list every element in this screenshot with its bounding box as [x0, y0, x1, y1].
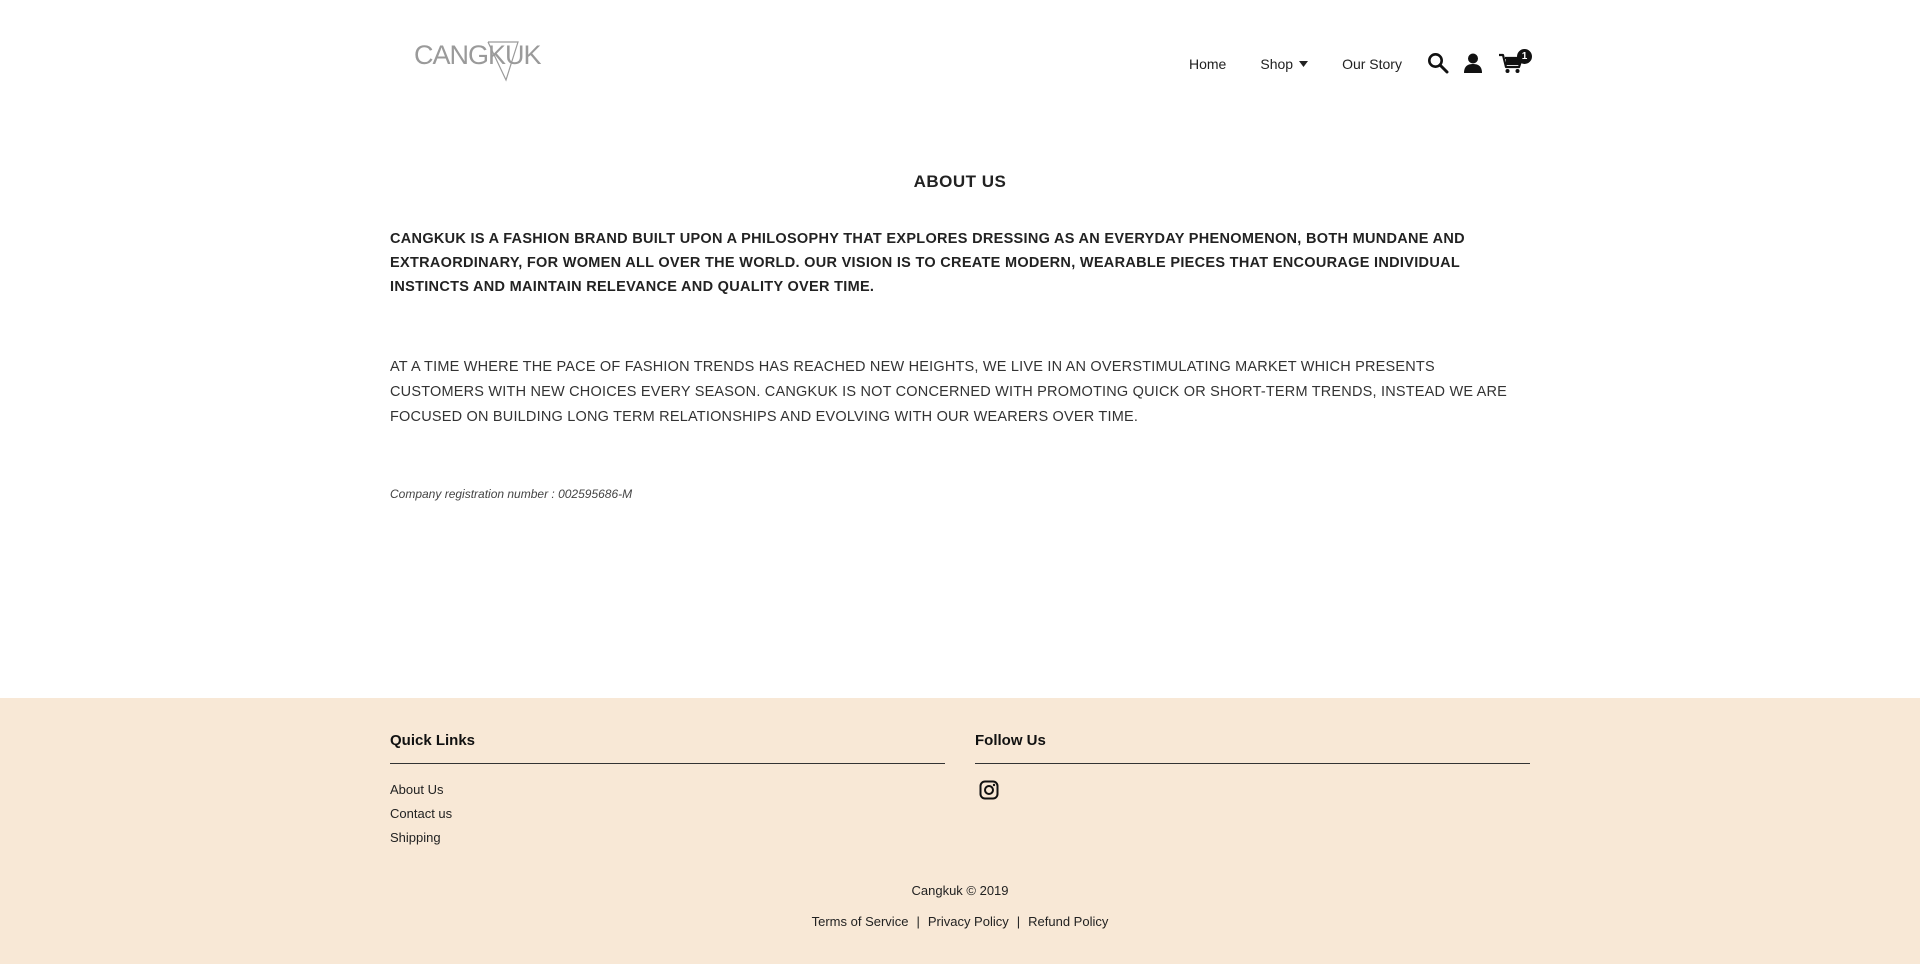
footer-link-about-us[interactable]: About Us	[390, 778, 945, 802]
policy-separator: |	[916, 914, 920, 929]
nav-home[interactable]: Home	[1189, 56, 1226, 72]
instagram-link[interactable]	[979, 780, 999, 800]
copyright-text: Cangkuk © 2019	[911, 883, 1009, 898]
follow-us-heading: Follow Us	[975, 732, 1530, 764]
footer-link-contact-us[interactable]: Contact us	[390, 802, 945, 826]
page: CANGKUK Home Shop Our Story 1 ABOUT US C…	[0, 0, 1920, 964]
refund-policy-link[interactable]: Refund Policy	[1028, 914, 1108, 929]
brand-logo[interactable]: CANGKUK	[414, 36, 542, 84]
intro-paragraph: CANGKUK IS A FASHION BRAND BUILT UPON A …	[390, 231, 1465, 295]
page-title: ABOUT US	[913, 172, 1007, 191]
cart-count-badge: 1	[1517, 49, 1532, 64]
user-icon	[1464, 53, 1482, 73]
site-header: CANGKUK Home Shop Our Story 1	[0, 0, 1920, 125]
search-button[interactable]	[1427, 52, 1451, 76]
main-nav: Home Shop Our Story	[1189, 52, 1402, 76]
logo-triangle-icon	[487, 41, 519, 82]
quick-links-section: Quick Links About Us Contact us Shipping	[390, 732, 945, 850]
logo-text: CANGKUK	[414, 40, 542, 70]
policy-separator: |	[1016, 914, 1021, 929]
company-registration: Company registration number : 002595686-…	[390, 487, 633, 501]
quick-links-list: About Us Contact us Shipping	[390, 778, 945, 850]
nav-shop[interactable]: Shop	[1260, 56, 1309, 72]
account-button[interactable]	[1462, 52, 1486, 76]
caret-down-icon	[1299, 61, 1309, 67]
footer-link-shipping[interactable]: Shipping	[390, 826, 945, 850]
search-icon	[1428, 53, 1449, 74]
policy-links: Terms of Service | Privacy Policy | Refund P…	[0, 914, 1920, 929]
nav-our-story[interactable]: Our Story	[1342, 56, 1402, 72]
terms-of-service-link[interactable]: Terms of Service	[812, 914, 909, 929]
instagram-icon	[979, 780, 999, 800]
follow-us-section: Follow Us	[975, 732, 1530, 800]
body-paragraph: AT A TIME WHERE THE PACE OF FASHION TREN…	[390, 359, 1508, 425]
nav-shop-label: Shop	[1260, 56, 1294, 72]
site-footer: Quick Links About Us Contact us Shipping…	[0, 698, 1920, 964]
quick-links-heading: Quick Links	[390, 732, 945, 764]
privacy-policy-link[interactable]: Privacy Policy	[928, 914, 1009, 929]
